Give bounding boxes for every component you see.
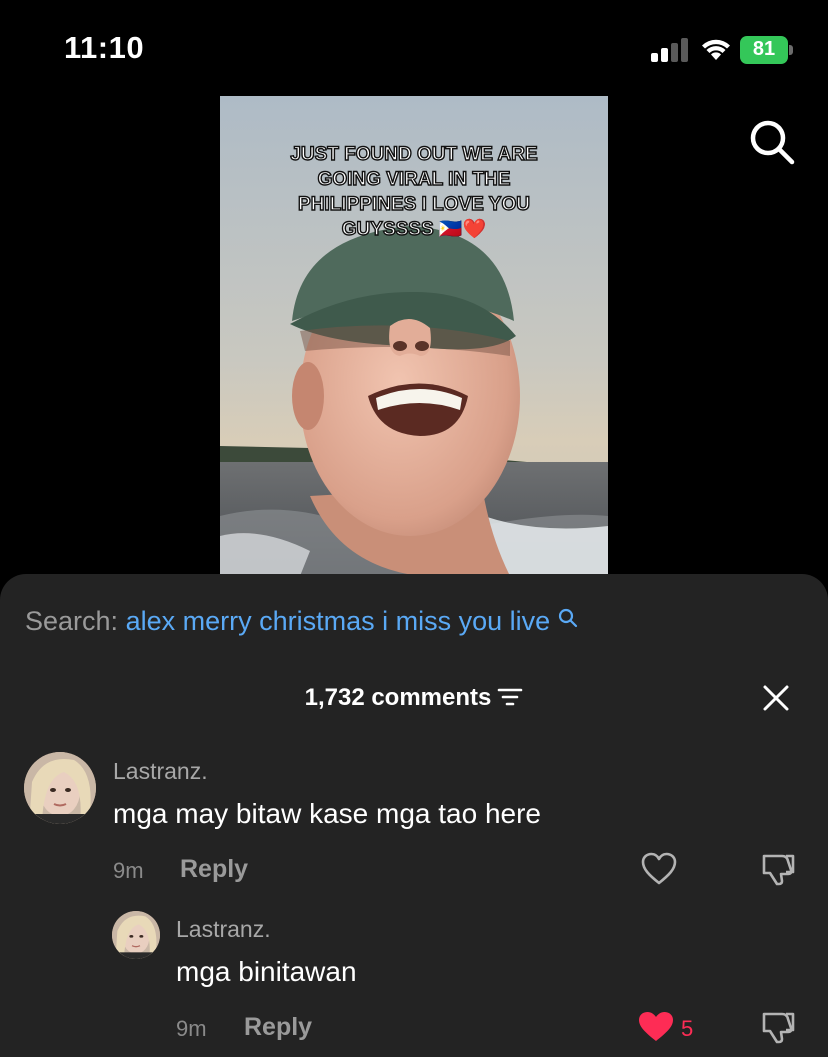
status-time: 11:10 xyxy=(64,30,145,65)
dislike-icon[interactable] xyxy=(760,852,796,886)
battery-percent: 81 xyxy=(752,38,776,60)
heart-icon[interactable] xyxy=(638,1011,674,1043)
sort-icon[interactable] xyxy=(497,686,523,708)
wifi-icon xyxy=(702,39,730,60)
comment-username[interactable]: Lastranz. xyxy=(176,916,271,943)
search-prefix: Search: xyxy=(25,606,119,636)
like-count: 5 xyxy=(681,1016,694,1041)
close-icon[interactable] xyxy=(762,684,790,712)
comments-sheet: Search: alex merry christmas i miss you … xyxy=(0,574,828,1057)
reply-button[interactable]: Reply xyxy=(244,1013,312,1042)
avatar-image xyxy=(112,911,160,959)
heart-icon[interactable] xyxy=(641,852,677,886)
status-bar: 11:10 81 xyxy=(0,0,828,96)
battery-icon: 81 xyxy=(740,36,794,64)
avatar-image xyxy=(24,752,96,824)
search-icon xyxy=(558,608,577,628)
comments-count: 1,732 comments xyxy=(304,684,492,711)
comments-header: 1,732 comments xyxy=(0,684,828,712)
comment-username[interactable]: Lastranz. xyxy=(113,758,208,785)
video-caption: JUST FOUND OUT WE ARE GOING VIRAL IN THE… xyxy=(290,143,539,240)
signal-icon xyxy=(651,38,688,62)
video-player[interactable]: JUST FOUND OUT WE ARE GOING VIRAL IN THE… xyxy=(220,96,608,576)
dislike-icon[interactable] xyxy=(760,1010,796,1044)
avatar[interactable] xyxy=(112,911,160,959)
search-query-link[interactable]: alex merry christmas i miss you live xyxy=(126,606,551,636)
comment-text: mga may bitaw kase mga tao here xyxy=(113,798,541,829)
comment-time: 9m xyxy=(113,858,144,883)
search-icon[interactable] xyxy=(748,118,796,166)
avatar[interactable] xyxy=(24,752,96,824)
reply-button[interactable]: Reply xyxy=(180,855,248,884)
comment-text: mga binitawan xyxy=(176,956,357,987)
comment-time: 9m xyxy=(176,1016,207,1041)
search-suggestion[interactable]: Search: alex merry christmas i miss you … xyxy=(25,606,578,637)
